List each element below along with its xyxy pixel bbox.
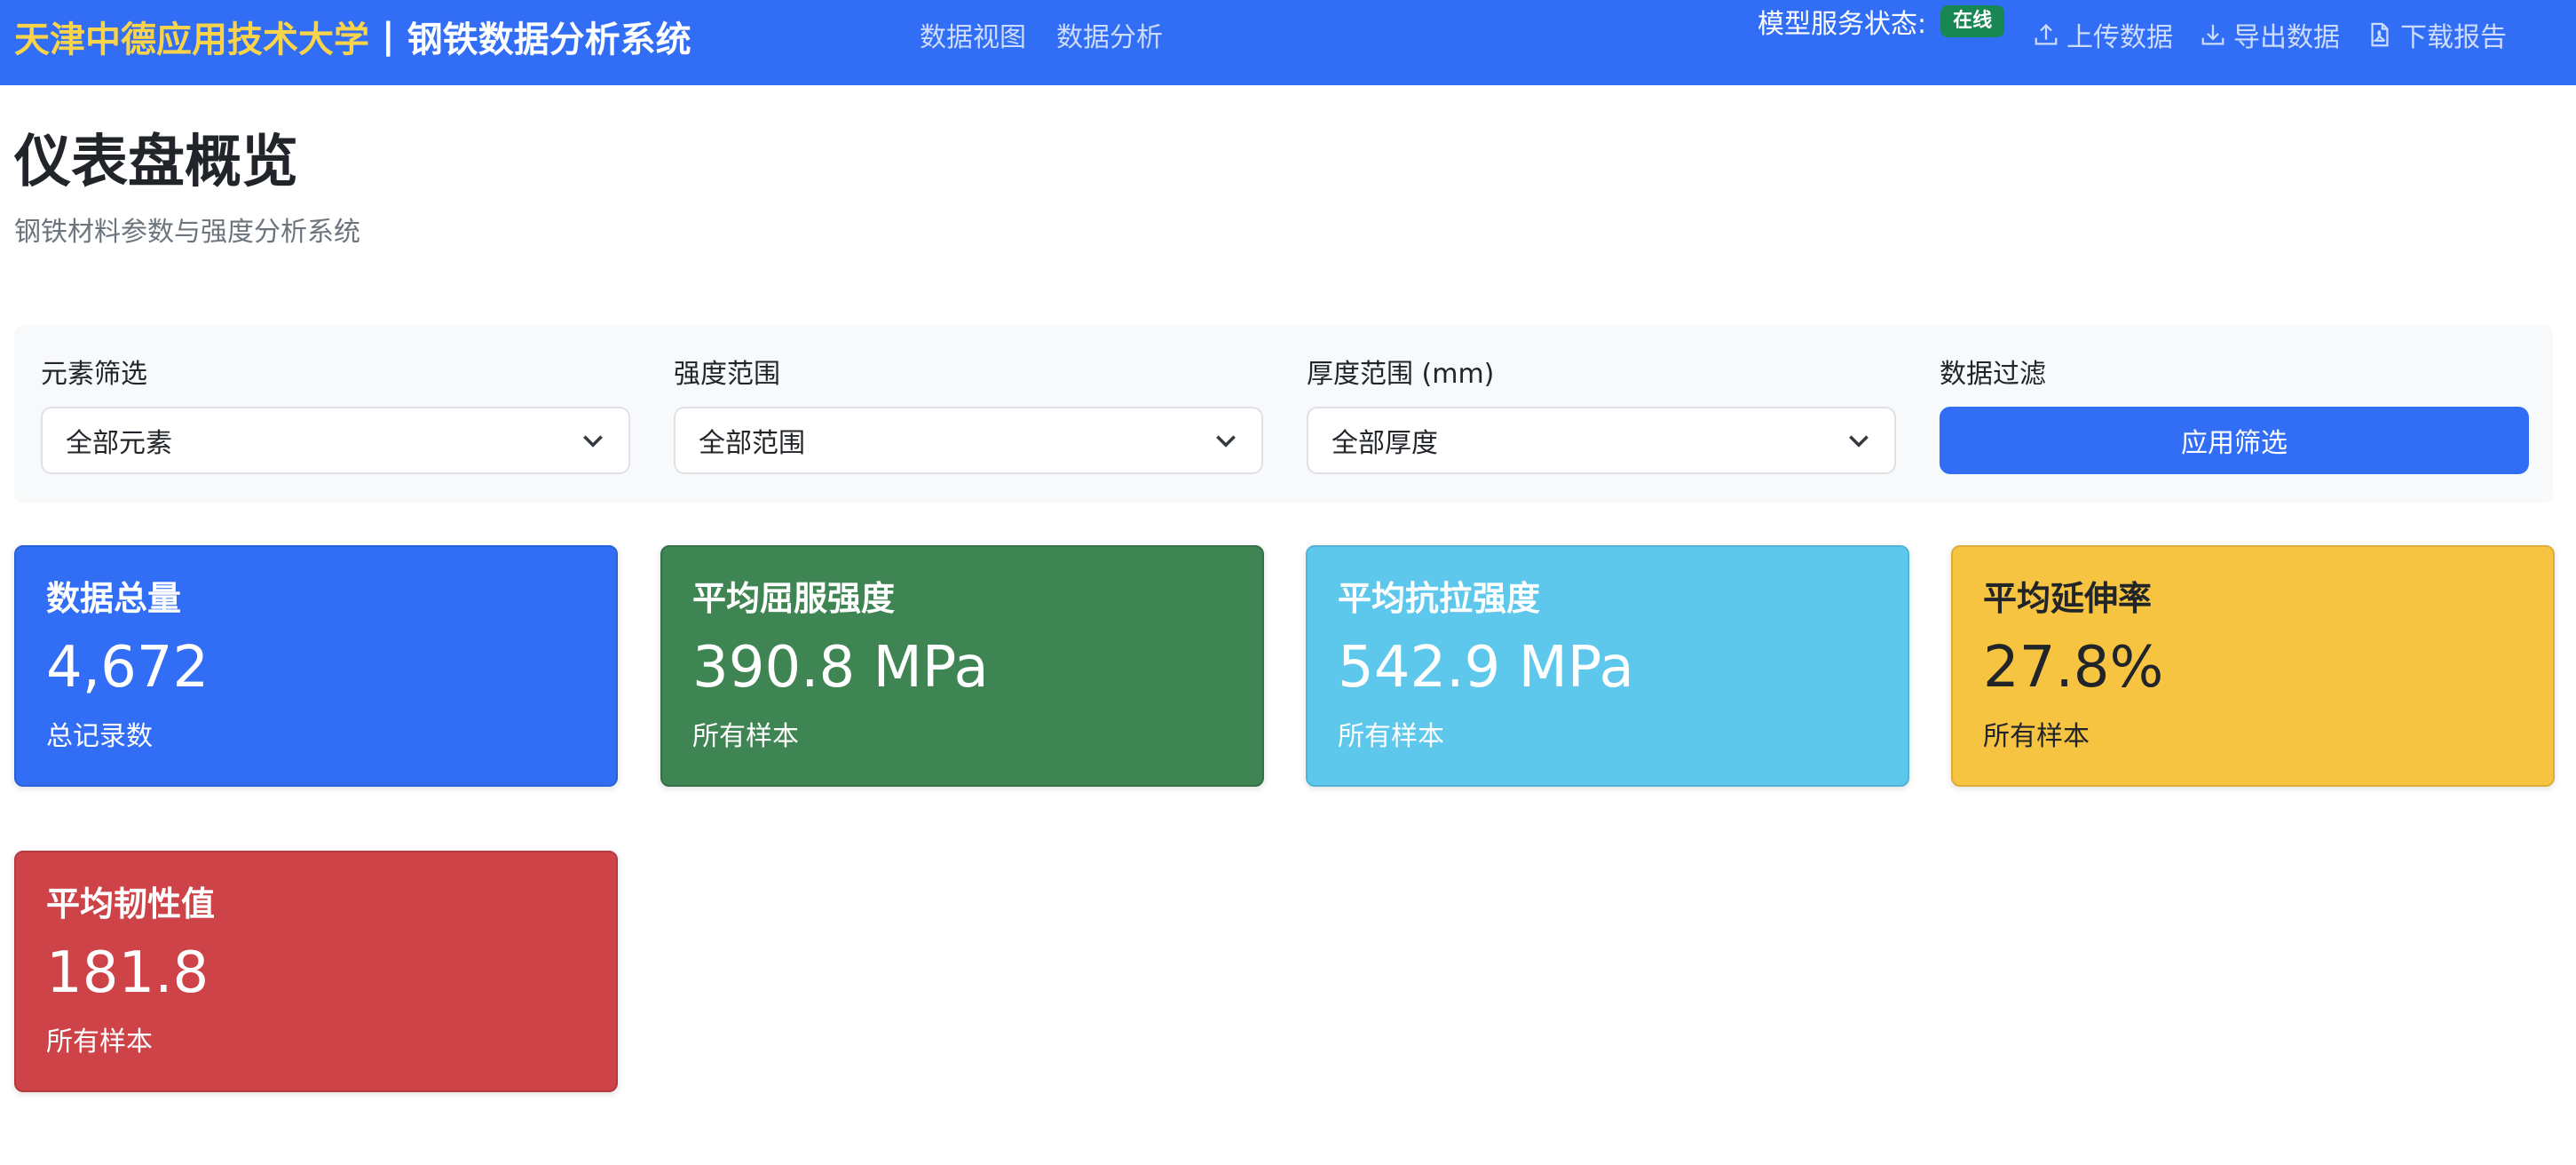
stat-card-total-records: 数据总量 4,672 总记录数 — [14, 545, 618, 787]
brand[interactable]: 天津中德应用技术大学 | 钢铁数据分析系统 — [14, 11, 691, 62]
export-data-label: 导出数据 — [2233, 22, 2340, 53]
brand-school-name: 天津中德应用技术大学 — [14, 20, 369, 60]
strength-filter-select[interactable]: 全部范围 — [674, 407, 1263, 474]
stat-card-note: 所有样本 — [692, 721, 799, 752]
thickness-filter-select[interactable]: 全部厚度 — [1307, 407, 1896, 474]
page-title: 仪表盘概览 — [14, 130, 298, 195]
strength-filter-group: 强度范围 全部范围 — [674, 355, 1263, 474]
top-navbar: 天津中德应用技术大学 | 钢铁数据分析系统 数据视图 数据分析 模型服务状态: … — [0, 0, 2576, 85]
thickness-filter-label: 厚度范围 (mm) — [1307, 359, 1495, 390]
stat-card-title: 平均延伸率 — [1983, 579, 2153, 618]
model-service-status: 模型服务状态: 在线 — [1758, 4, 2005, 40]
nav-links: 数据视图 数据分析 — [920, 12, 1163, 57]
stat-card-title: 平均屈服强度 — [692, 579, 896, 618]
chevron-down-icon — [583, 435, 603, 448]
upload-icon — [2035, 23, 2058, 45]
chevron-down-icon — [1849, 435, 1869, 448]
data-filter-group: 数据过滤 应用筛选 — [1940, 355, 2529, 474]
pdf-file-icon — [2371, 22, 2389, 47]
data-filter-label: 数据过滤 — [1940, 359, 2046, 390]
nav-link-data-view[interactable]: 数据视图 — [920, 15, 1026, 54]
nav-actions: 上传数据 导出数据 下载报告 — [2033, 12, 2507, 57]
strength-filter-value: 全部范围 — [699, 428, 805, 459]
stat-card-avg-elongation: 平均延伸率 27.8% 所有样本 — [1951, 545, 2555, 787]
element-filter-select[interactable]: 全部元素 — [41, 407, 630, 474]
page-subtitle: 钢铁材料参数与强度分析系统 — [14, 217, 360, 248]
download-report-label: 下载报告 — [2400, 22, 2507, 53]
chevron-down-icon — [1216, 435, 1236, 448]
stat-card-note: 所有样本 — [46, 1026, 153, 1058]
stat-card-value: 390.8 MPa — [692, 635, 989, 701]
upload-data-label: 上传数据 — [2066, 22, 2173, 53]
download-report-button[interactable]: 下载报告 — [2367, 15, 2507, 54]
stat-card-avg-yield-strength: 平均屈服强度 390.8 MPa 所有样本 — [660, 545, 1264, 787]
stat-card-value: 4,672 — [46, 635, 209, 701]
stat-card-note: 所有样本 — [1338, 721, 1444, 752]
stat-card-avg-tensile-strength: 平均抗拉强度 542.9 MPa 所有样本 — [1306, 545, 1909, 787]
stat-card-title: 数据总量 — [46, 579, 182, 618]
status-badge: 在线 — [1940, 5, 2005, 37]
brand-system-name: 钢铁数据分析系统 — [407, 20, 691, 60]
status-label: 模型服务状态: — [1758, 9, 1927, 40]
stat-card-note: 所有样本 — [1983, 721, 2090, 752]
element-filter-label: 元素筛选 — [41, 359, 147, 390]
element-filter-value: 全部元素 — [66, 428, 172, 459]
thickness-filter-value: 全部厚度 — [1331, 428, 1438, 459]
download-icon — [2201, 24, 2224, 45]
thickness-filter-group: 厚度范围 (mm) 全部厚度 — [1307, 355, 1896, 474]
element-filter-group: 元素筛选 全部元素 — [41, 355, 630, 474]
stat-card-note: 总记录数 — [46, 721, 153, 752]
nav-link-data-analysis[interactable]: 数据分析 — [1056, 15, 1163, 54]
stat-card-value: 27.8% — [1983, 635, 2164, 701]
filter-bar: 元素筛选 全部元素 强度范围 全部范围 厚度范围 (mm) 全部厚度 数据过滤 … — [14, 325, 2553, 503]
upload-data-button[interactable]: 上传数据 — [2033, 15, 2173, 54]
stat-card-avg-toughness: 平均韧性值 181.8 所有样本 — [14, 851, 618, 1092]
stat-card-value: 181.8 — [46, 940, 209, 1006]
export-data-button[interactable]: 导出数据 — [2200, 15, 2340, 54]
strength-filter-label: 强度范围 — [674, 359, 780, 390]
stat-card-title: 平均抗拉强度 — [1338, 579, 1541, 618]
stat-card-title: 平均韧性值 — [46, 884, 216, 923]
stat-card-value: 542.9 MPa — [1338, 635, 1634, 701]
apply-filter-button[interactable]: 应用筛选 — [1940, 407, 2529, 474]
brand-separator: | — [382, 16, 395, 57]
